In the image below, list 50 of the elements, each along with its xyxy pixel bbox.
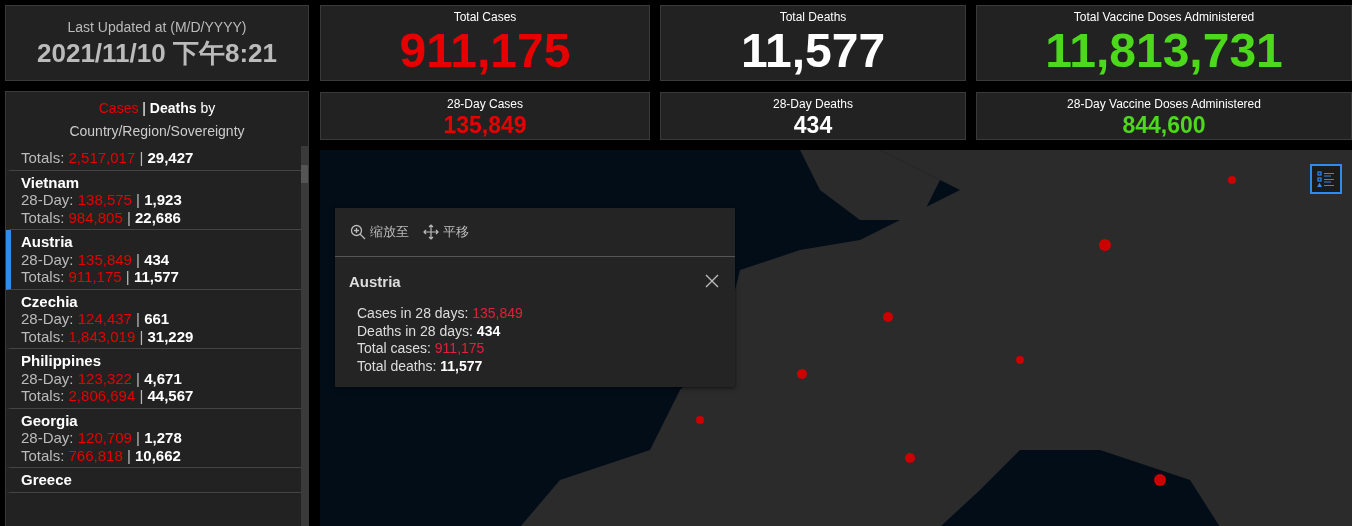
country-row[interactable]: Greece	[6, 468, 301, 493]
popup-action-button[interactable]: 平移	[423, 222, 469, 242]
total-stats: Totals: 1,843,019 | 31,229	[21, 327, 195, 345]
stat-label: 28-Day Cases	[447, 96, 523, 113]
list-subtitle: Country/Region/Sovereignty	[68, 122, 246, 141]
stat-value: 11,813,731	[1045, 26, 1283, 77]
popup-title: Austria	[349, 271, 401, 292]
list-icon	[1317, 170, 1335, 188]
stat-value: 11,577	[740, 26, 886, 77]
stat-value: 844,600	[1122, 113, 1206, 139]
last-updated-label: Last Updated at (M/D/YYYY)	[67, 17, 247, 37]
total-stats: Totals: 984,805 | 22,686	[21, 208, 182, 226]
day-stats: 28-Day: 120,709 | 1,278	[21, 429, 183, 447]
day-stats: 28-Day: 124,437 | 661	[21, 310, 171, 328]
stat-label: Total Cases	[453, 9, 517, 26]
stat-label: 28-Day Deaths	[772, 96, 853, 113]
country-name: Philippines	[21, 352, 102, 370]
stat-label: 28-Day Vaccine Doses Administered	[1067, 96, 1261, 113]
day-stats: 28-Day: 135,849 | 434	[21, 250, 171, 268]
stat-label: Total Vaccine Doses Administered	[1073, 9, 1255, 26]
scrollbar-thumb[interactable]	[301, 165, 308, 183]
country-name: Czechia	[21, 292, 79, 310]
popup-action-button[interactable]: 缩放至	[350, 222, 409, 242]
stat-label: Total Deaths	[779, 9, 847, 26]
close-button[interactable]	[705, 273, 721, 290]
close-icon	[705, 273, 719, 288]
popup-field: Total deaths: 11,577	[357, 357, 713, 375]
stat-value: 135,849	[443, 113, 527, 139]
country-name: Georgia	[21, 411, 79, 429]
total-stats: Totals: 2,517,017 | 29,427	[21, 149, 195, 167]
country-name: Vietnam	[21, 173, 81, 191]
stat-value: 434	[793, 113, 833, 139]
legend-button[interactable]	[1310, 164, 1342, 194]
day-stats: 28-Day: 138,575 | 1,923	[21, 191, 183, 209]
stat-value: 911,175	[399, 26, 571, 77]
total-stats: Totals: 766,818 | 10,662	[21, 446, 182, 464]
total-stats: Totals: 2,806,694 | 44,567	[21, 387, 195, 405]
zoom-in-icon	[350, 223, 366, 240]
popup-field: Deaths in 28 days: 434	[357, 322, 713, 340]
popup-field: Total cases: 911,175	[357, 340, 713, 358]
popup-field: Cases in 28 days: 135,849	[357, 305, 713, 323]
last-updated-value: 2021/11/10 下午8:21	[37, 37, 277, 70]
list-title: Cases | Deaths by	[97, 99, 217, 118]
move-arrows-icon	[423, 223, 439, 240]
scrollbar[interactable]	[301, 146, 308, 526]
total-stats: Totals: 911,175 | 11,577	[21, 268, 180, 286]
country-name: Austria	[21, 233, 74, 251]
day-stats: 28-Day: 123,322 | 4,671	[21, 369, 183, 387]
country-row[interactable]: Totals: 2,517,017 | 29,427	[6, 146, 301, 171]
country-name: Greece	[21, 471, 73, 489]
